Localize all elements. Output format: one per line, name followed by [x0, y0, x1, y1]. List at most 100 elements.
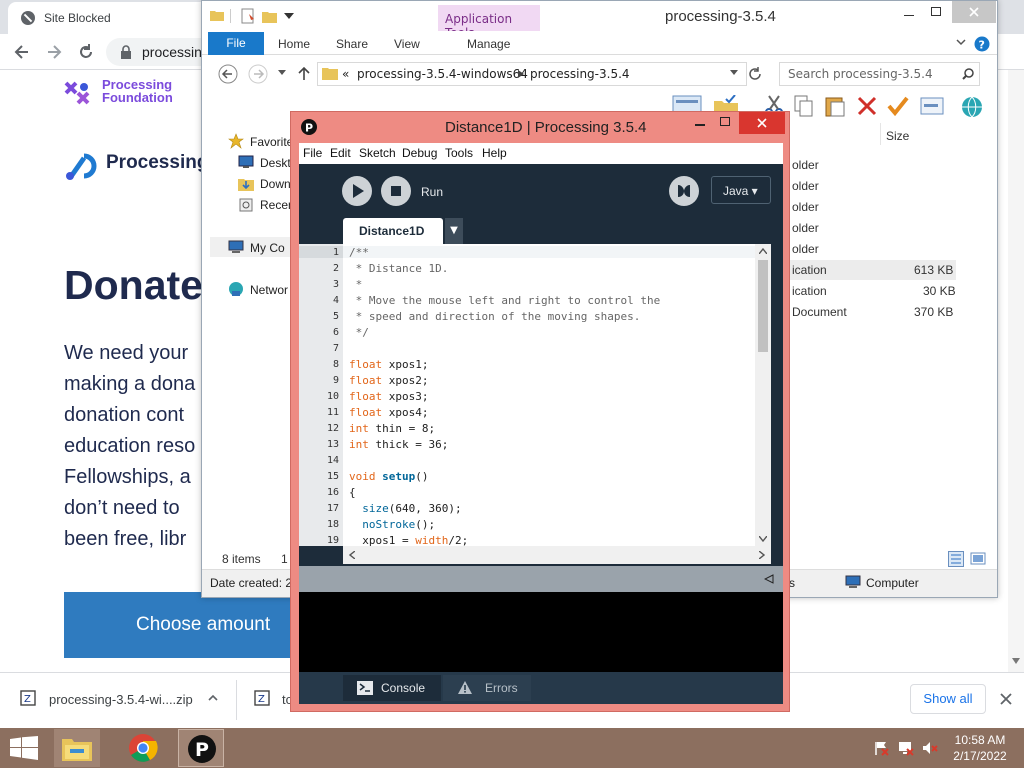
file-size-8: 370 KB	[914, 305, 954, 319]
minimize-icon[interactable]	[695, 124, 705, 126]
editor-vertical-scrollbar[interactable]	[755, 244, 771, 546]
scroll-right-icon[interactable]	[759, 551, 765, 559]
browser-tab[interactable]: Site Blocked	[8, 2, 208, 34]
processing-ide-window: P Distance1D | Processing 3.5.4 File Edi…	[290, 111, 790, 712]
nav-favorites[interactable]: Favorite	[250, 135, 293, 149]
menu-debug[interactable]: Debug	[402, 146, 437, 160]
scroll-thumb[interactable]	[758, 260, 768, 352]
console-output[interactable]	[299, 592, 783, 672]
recent-locations-icon[interactable]	[278, 70, 286, 76]
explorer-close-button[interactable]	[952, 1, 996, 23]
menu-file[interactable]: File	[303, 146, 322, 160]
windows-start-icon[interactable]	[10, 736, 38, 760]
tab-share[interactable]: Share	[336, 37, 368, 51]
tab-home[interactable]: Home	[278, 37, 310, 51]
network-globe-icon[interactable]	[959, 95, 985, 119]
tab-file[interactable]: File	[208, 32, 264, 55]
details-view-icon[interactable]	[948, 551, 964, 567]
chevron-down-icon[interactable]	[730, 70, 738, 76]
maximize-icon[interactable]	[720, 117, 730, 126]
nav-downloads[interactable]: Down	[260, 177, 291, 191]
file-type-2[interactable]: older	[792, 179, 819, 193]
mode-selector[interactable]: Java ▾	[711, 176, 771, 204]
tab-console[interactable]: Console	[343, 675, 441, 701]
search-input[interactable]: Search processing-3.5.4	[779, 62, 980, 86]
tab-view[interactable]: View	[394, 37, 420, 51]
minimize-icon[interactable]	[904, 15, 914, 16]
code-editor[interactable]: /** * Distance 1D. * * Move the mouse le…	[343, 244, 755, 546]
file-type-6[interactable]: ication	[792, 263, 827, 277]
forward-arrow-icon[interactable]	[44, 42, 64, 62]
file-type-5[interactable]: older	[792, 242, 819, 256]
line-number: 15	[326, 471, 339, 482]
tab-errors[interactable]: Errors	[443, 675, 531, 701]
tab-distance1d[interactable]: Distance1D	[343, 218, 443, 244]
scroll-down-icon[interactable]	[759, 536, 767, 542]
ide-close-button[interactable]	[739, 112, 785, 134]
run-button-icon[interactable]	[341, 175, 373, 207]
editor-horizontal-scrollbar[interactable]	[343, 546, 771, 564]
file-type-3[interactable]: older	[792, 200, 819, 214]
paste-icon[interactable]	[824, 95, 846, 117]
chrome-icon	[129, 734, 158, 762]
taskbar-explorer[interactable]	[54, 729, 100, 767]
scroll-left-icon[interactable]	[349, 551, 355, 559]
tab-menu-arrow[interactable]: ▼	[445, 218, 463, 244]
download-item-1[interactable]: processing-3.5.4-wi....zip	[49, 692, 193, 707]
application-tools-tab[interactable]: Application Tools	[438, 5, 540, 40]
back-arrow-icon[interactable]	[218, 64, 238, 84]
nav-network[interactable]: Networ	[250, 283, 288, 297]
up-arrow-icon[interactable]	[298, 66, 310, 80]
refresh-icon[interactable]	[747, 66, 763, 82]
file-type-4[interactable]: older	[792, 221, 819, 235]
explorer-title: processing-3.5.4	[665, 8, 776, 25]
copy-icon[interactable]	[794, 95, 814, 117]
menu-sketch[interactable]: Sketch	[359, 146, 396, 160]
debug-butterfly-icon[interactable]	[668, 175, 700, 207]
choose-amount-button[interactable]: Choose amount	[64, 592, 296, 658]
large-icons-view-icon[interactable]	[970, 551, 986, 567]
menu-edit[interactable]: Edit	[330, 146, 351, 160]
scroll-down-icon[interactable]	[1012, 658, 1020, 664]
chevron-down-icon[interactable]	[284, 12, 294, 20]
scroll-up-icon[interactable]	[759, 248, 767, 254]
breadcrumb-windows64[interactable]: processing-3.5.4-windows64	[357, 67, 528, 81]
back-arrow-icon[interactable]	[12, 42, 32, 62]
new-folder-icon[interactable]	[262, 8, 278, 24]
checkmark-icon[interactable]	[887, 96, 909, 116]
address-chevron[interactable]: «	[342, 67, 349, 81]
file-type-7[interactable]: ication	[792, 284, 827, 298]
page-scrollbar[interactable]	[1008, 70, 1024, 672]
close-icon[interactable]	[1000, 693, 1012, 705]
collapse-triangle-icon[interactable]	[764, 574, 774, 584]
maximize-icon[interactable]	[931, 7, 941, 16]
chevron-up-icon[interactable]	[208, 693, 218, 703]
reload-icon[interactable]	[76, 42, 96, 62]
rename-icon[interactable]	[920, 97, 944, 115]
properties-icon[interactable]	[240, 8, 256, 24]
column-size-header[interactable]: Size	[886, 129, 909, 143]
menu-help[interactable]: Help	[482, 146, 507, 160]
taskbar-chrome[interactable]	[120, 729, 166, 767]
computer-icon	[845, 575, 861, 588]
network-tray-icon[interactable]	[898, 740, 914, 756]
delete-icon[interactable]	[857, 96, 877, 116]
system-clock[interactable]: 10:58 AM 2/17/2022	[948, 732, 1012, 764]
details-computer: Computer	[866, 576, 919, 590]
tab-manage[interactable]: Manage	[467, 37, 510, 51]
breadcrumb-processing[interactable]: processing-3.5.4	[530, 67, 630, 81]
code-line: int thin = 8;	[349, 422, 436, 435]
file-type-8[interactable]: Document	[792, 305, 847, 319]
show-all-button[interactable]: Show all	[910, 684, 986, 714]
help-icon[interactable]: ?	[974, 36, 990, 52]
menu-tools[interactable]: Tools	[445, 146, 473, 160]
forward-arrow-icon[interactable]	[248, 64, 268, 84]
computer-icon	[228, 240, 244, 253]
file-type-1[interactable]: older	[792, 158, 819, 172]
taskbar-processing[interactable]: P	[178, 729, 224, 767]
action-center-flag-icon[interactable]	[874, 740, 890, 756]
chevron-down-icon[interactable]	[956, 39, 966, 47]
nav-my-computer[interactable]: My Co	[250, 241, 285, 255]
volume-muted-icon[interactable]	[922, 740, 938, 756]
stop-button-icon[interactable]	[380, 175, 412, 207]
